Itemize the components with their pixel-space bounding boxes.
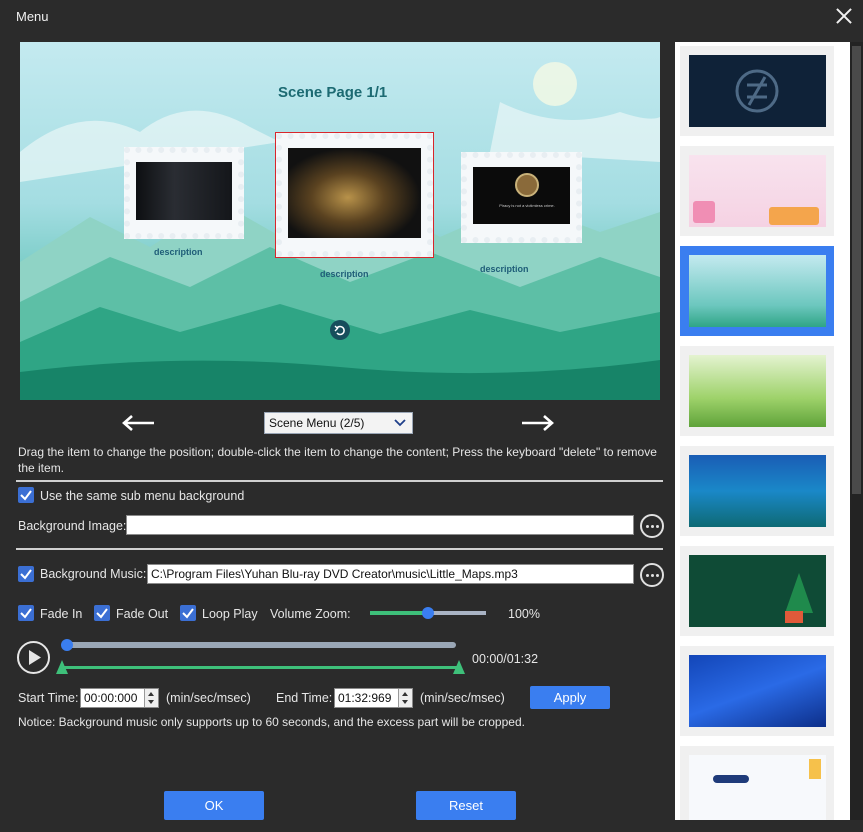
start-time-spinbox[interactable]: 00:00:000 xyxy=(80,688,159,708)
background-music-checkbox[interactable] xyxy=(18,566,34,582)
menu-item-1-description[interactable]: description xyxy=(154,247,203,257)
end-time-value: 01:32:969 xyxy=(338,691,392,705)
previous-page-arrow-icon[interactable] xyxy=(120,413,156,433)
instruction-text: Drag the item to change the position; do… xyxy=(18,445,657,475)
menu-item-3-description[interactable]: description xyxy=(480,264,529,274)
banner-shape xyxy=(713,775,749,783)
same-sub-menu-label: Use the same sub menu background xyxy=(40,489,245,503)
start-time-label: Start Time: xyxy=(18,691,79,705)
menu-preview[interactable]: Scene Page 1/1 description description P… xyxy=(20,42,660,400)
volume-zoom-label: Volume Zoom: xyxy=(270,607,351,621)
cake-icon xyxy=(693,201,715,223)
scene-menu-select-value: Scene Menu (2/5) xyxy=(269,416,365,430)
template-thumbnail-7 xyxy=(689,655,826,727)
seal-icon xyxy=(515,173,539,197)
template-thumbnail-1 xyxy=(689,55,826,127)
divider xyxy=(16,548,663,550)
spin-buttons[interactable] xyxy=(144,689,158,707)
menu-item-2-thumbnail xyxy=(288,148,421,238)
pencil-icon xyxy=(809,759,821,779)
volume-slider[interactable] xyxy=(370,607,486,619)
next-page-arrow-icon[interactable] xyxy=(520,413,556,433)
check-icon xyxy=(20,608,32,619)
gift-icon xyxy=(769,207,819,225)
volume-slider-handle[interactable] xyxy=(422,607,434,619)
chevron-down-icon xyxy=(394,419,406,427)
template-list-scroll-thumb[interactable] xyxy=(852,46,861,494)
no-entry-icon xyxy=(735,69,779,113)
fade-in-label: Fade In xyxy=(40,607,83,621)
fade-out-label: Fade Out xyxy=(116,607,169,621)
warning-text: Piracy is not a victimless crime. xyxy=(499,203,555,208)
menu-item-3-thumbnail: Piracy is not a victimless crime. xyxy=(473,167,570,224)
close-icon[interactable] xyxy=(834,6,854,26)
check-icon xyxy=(182,608,194,619)
template-list[interactable] xyxy=(675,42,850,820)
browse-music-more-icon[interactable] xyxy=(640,563,664,587)
spin-buttons[interactable] xyxy=(398,689,412,707)
menu-item-2-description[interactable]: description xyxy=(320,269,369,279)
trim-range-bar[interactable] xyxy=(62,666,460,669)
playback-progress-handle[interactable] xyxy=(61,639,73,651)
apply-button[interactable]: Apply xyxy=(530,686,610,709)
template-item-2[interactable] xyxy=(680,146,834,236)
check-icon xyxy=(20,490,32,501)
check-icon xyxy=(20,569,32,580)
background-image-label: Background Image: xyxy=(18,519,127,533)
template-item-1[interactable] xyxy=(680,46,834,136)
background-image-field[interactable] xyxy=(126,515,634,535)
template-thumbnail-3 xyxy=(689,255,826,327)
fade-in-checkbox[interactable] xyxy=(18,605,34,621)
trim-end-handle[interactable] xyxy=(453,660,465,674)
template-item-6[interactable] xyxy=(680,546,834,636)
spin-up-icon[interactable] xyxy=(148,692,154,696)
end-time-label: End Time: xyxy=(276,691,333,705)
scene-menu-select[interactable]: Scene Menu (2/5) xyxy=(264,412,413,434)
end-time-unit: (min/sec/msec) xyxy=(420,691,505,705)
start-time-unit: (min/sec/msec) xyxy=(166,691,251,705)
template-item-3-selected[interactable] xyxy=(680,246,834,336)
template-item-5[interactable] xyxy=(680,446,834,536)
template-item-7[interactable] xyxy=(680,646,834,736)
reset-button[interactable]: Reset xyxy=(416,791,516,820)
christmas-tree-icon xyxy=(785,573,813,623)
check-icon xyxy=(96,608,108,619)
template-thumbnail-4 xyxy=(689,355,826,427)
volume-value: 100% xyxy=(508,607,540,621)
ok-button[interactable]: OK xyxy=(164,791,264,820)
menu-item-2-selected[interactable] xyxy=(275,132,434,258)
template-thumbnail-5 xyxy=(689,455,826,527)
title-bar xyxy=(0,0,863,34)
return-icon[interactable] xyxy=(330,320,350,340)
play-icon[interactable] xyxy=(17,641,50,674)
playback-progress-bar[interactable] xyxy=(61,639,456,651)
browse-image-more-icon[interactable] xyxy=(640,514,664,538)
spin-down-icon[interactable] xyxy=(402,700,408,704)
template-thumbnail-6 xyxy=(689,555,826,627)
same-sub-menu-checkbox[interactable] xyxy=(18,487,34,503)
window-title: Menu xyxy=(16,9,49,24)
menu-item-1-thumbnail xyxy=(136,162,232,220)
time-display: 00:00/01:32 xyxy=(472,652,539,666)
scene-page-title: Scene Page 1/1 xyxy=(278,84,388,101)
music-notice: Notice: Background music only supports u… xyxy=(18,715,525,729)
background-music-path-field[interactable]: C:\Program Files\Yuhan Blu-ray DVD Creat… xyxy=(147,564,634,584)
template-item-8[interactable] xyxy=(680,746,834,820)
template-thumbnail-2 xyxy=(689,155,826,227)
template-thumbnail-8 xyxy=(689,755,826,820)
background-music-label: Background Music: xyxy=(40,567,147,581)
spin-down-icon[interactable] xyxy=(148,700,154,704)
loop-play-label: Loop Play xyxy=(202,607,258,621)
spin-up-icon[interactable] xyxy=(402,692,408,696)
divider xyxy=(16,480,663,482)
menu-item-3[interactable]: Piracy is not a victimless crime. xyxy=(461,152,582,243)
menu-item-1[interactable] xyxy=(124,147,244,239)
loop-play-checkbox[interactable] xyxy=(180,605,196,621)
start-time-value: 00:00:000 xyxy=(84,691,138,705)
template-item-4[interactable] xyxy=(680,346,834,436)
volume-slider-fill xyxy=(370,611,428,615)
fade-out-checkbox[interactable] xyxy=(94,605,110,621)
trim-start-handle[interactable] xyxy=(56,660,68,674)
end-time-spinbox[interactable]: 01:32:969 xyxy=(334,688,413,708)
